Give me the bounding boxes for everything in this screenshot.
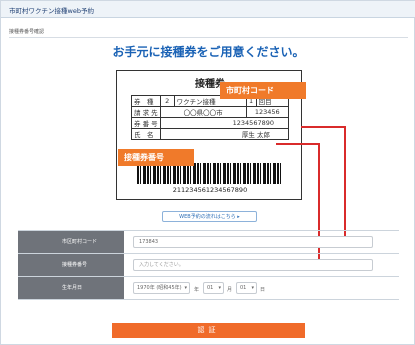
ticket-number-label: 接種券番号 [18, 254, 124, 276]
ticket-row: 券 番 号 1234567890 [131, 117, 290, 129]
ticket-number-tag: 接種券番号 [118, 149, 194, 166]
ticket-row: 請 求 先 〇〇県〇〇市 123456 [131, 106, 290, 118]
birth-year-value: 1970年 (昭和45年) [137, 285, 182, 291]
ticket-cell: 券 種 [131, 95, 161, 107]
ticket-cell: 123456 [245, 106, 290, 118]
auth-form: 市区町村コード 173843 接種券番号 入力してください。 生年月日 1970… [18, 230, 399, 300]
app-title: 市町村ワクチン接種web予約 [9, 7, 94, 15]
ticket-number-input[interactable]: 入力してください。 [133, 259, 373, 271]
chevron-down-icon: ▾ [184, 285, 187, 291]
day-suffix: 日 [260, 287, 266, 293]
ticket-cell: 氏 名 [131, 128, 161, 140]
birth-day-value: 01 [240, 285, 247, 291]
divider [9, 37, 408, 38]
barcode-number: 211234561234567890 [172, 186, 248, 194]
municipality-code-label: 市区町村コード [18, 231, 124, 253]
municipality-code-tag: 市町村コード [220, 82, 306, 99]
ticket-table: 券 種 2 ワクチン接種 1 回目 請 求 先 〇〇県〇〇市 123456 券 … [131, 95, 290, 140]
ticket-cell: 券 番 号 [131, 117, 161, 129]
birth-year-select[interactable]: 1970年 (昭和45年) ▾ [133, 282, 190, 294]
barcode-image [137, 163, 283, 184]
ticket-row: 氏 名 厚生 太郎 [131, 128, 290, 140]
year-suffix: 年 [194, 287, 200, 293]
app-header: 市町村ワクチン接種web予約 [1, 1, 415, 18]
municipality-code-input[interactable]: 173843 [133, 236, 373, 248]
arrow-line [276, 143, 319, 145]
birth-month-value: 01 [207, 285, 214, 291]
arrow-line [301, 126, 345, 128]
ticket-cell: 請 求 先 [131, 106, 161, 118]
authenticate-button[interactable]: 認証 [112, 323, 305, 338]
ticket-cell: 厚生 太郎 [159, 128, 290, 140]
form-row-ticket-number: 接種券番号 入力してください。 [18, 254, 399, 277]
month-suffix: 月 [227, 287, 233, 293]
birth-day-select[interactable]: 01 ▾ [236, 282, 257, 294]
chevron-down-icon: ▾ [218, 285, 221, 291]
page-title: お手元に接種券をご用意ください。 [112, 45, 305, 59]
arrow-line [344, 126, 346, 239]
birth-month-select[interactable]: 01 ▾ [203, 282, 224, 294]
form-row-municipality-code: 市区町村コード 173843 [18, 231, 399, 254]
chevron-down-icon: ▾ [251, 285, 254, 291]
form-row-birthdate: 生年月日 1970年 (昭和45年) ▾ 年 01 ▾ 月 01 ▾ 日 [18, 277, 399, 300]
ticket-cell: 2 [159, 95, 175, 107]
ticket-cell: 1234567890 [159, 117, 290, 129]
section-title: 接種券番号確認 [9, 29, 45, 35]
reservation-flow-link[interactable]: WEB予約の流れはこちら ▸ [162, 211, 257, 222]
birthdate-label: 生年月日 [18, 277, 124, 299]
ticket-cell: 〇〇県〇〇市 [159, 106, 247, 118]
window-frame: 市町村ワクチン接種web予約 接種券番号確認 お手元に接種券をご用意ください。 … [0, 0, 415, 345]
